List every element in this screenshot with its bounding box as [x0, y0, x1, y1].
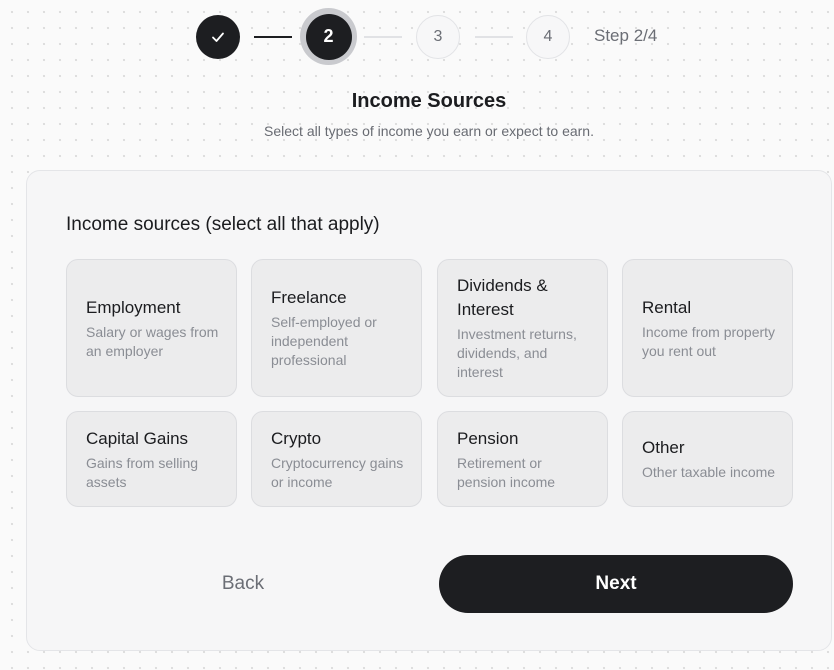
option-other[interactable]: Other Other taxable income [622, 411, 793, 507]
option-employment[interactable]: Employment Salary or wages from an emplo… [66, 259, 237, 397]
step-3-upcoming: 3 [416, 15, 460, 59]
section-label: Income sources (select all that apply) [66, 214, 380, 235]
option-pension[interactable]: Pension Retirement or pension income [437, 411, 608, 507]
option-title: Rental [642, 297, 692, 317]
step-1-complete [196, 15, 240, 59]
option-title: Employment [86, 297, 181, 317]
option-title: Crypto [271, 428, 322, 448]
option-freelance[interactable]: Freelance Self-employed or independent p… [251, 259, 422, 397]
check-icon [212, 32, 224, 42]
option-description: Cryptocurrency gains or income [271, 454, 404, 490]
option-description: Retirement or pension income [457, 454, 556, 490]
option-title: Pension [457, 428, 519, 448]
option-capital-gains[interactable]: Capital Gains Gains from selling assets [66, 411, 237, 507]
step-connector-1 [254, 36, 292, 38]
progress-stepper: 2 3 4 Step 2/4 [0, 0, 834, 72]
step-connector-3 [475, 36, 513, 38]
option-crypto[interactable]: Crypto Cryptocurrency gains or income [251, 411, 422, 507]
next-button[interactable]: Next [439, 555, 793, 613]
option-title: Other [642, 438, 685, 457]
option-description: Salary or wages from an employer [86, 323, 219, 359]
back-button[interactable]: Back [173, 555, 313, 613]
option-description: Other taxable income [642, 464, 776, 480]
option-title: Capital Gains [86, 428, 189, 448]
option-title: Dividends & Interest [457, 276, 548, 319]
step-4-upcoming: 4 [526, 15, 570, 59]
page-title: Income Sources [351, 90, 507, 112]
page-subtitle: Select all types of income you earn or e… [264, 123, 594, 139]
option-rental[interactable]: Rental Income from property you rent out [622, 259, 793, 397]
step-2-label: 2 [305, 13, 352, 60]
option-description: Investment returns, dividends, and inter… [457, 326, 577, 380]
option-description: Income from property you rent out [642, 323, 776, 359]
step-counter: Step 2/4 [594, 26, 658, 45]
option-dividends-interest[interactable]: Dividends & Interest Investment returns,… [437, 259, 608, 397]
option-description: Gains from selling assets [86, 454, 199, 490]
income-sources-card: Income sources (select all that apply) E… [26, 170, 832, 651]
option-description: Self-employed or independent professiona… [271, 314, 377, 368]
step-connector-2 [364, 36, 402, 38]
option-title: Freelance [271, 288, 347, 307]
step-2-current: 2 [300, 8, 357, 65]
